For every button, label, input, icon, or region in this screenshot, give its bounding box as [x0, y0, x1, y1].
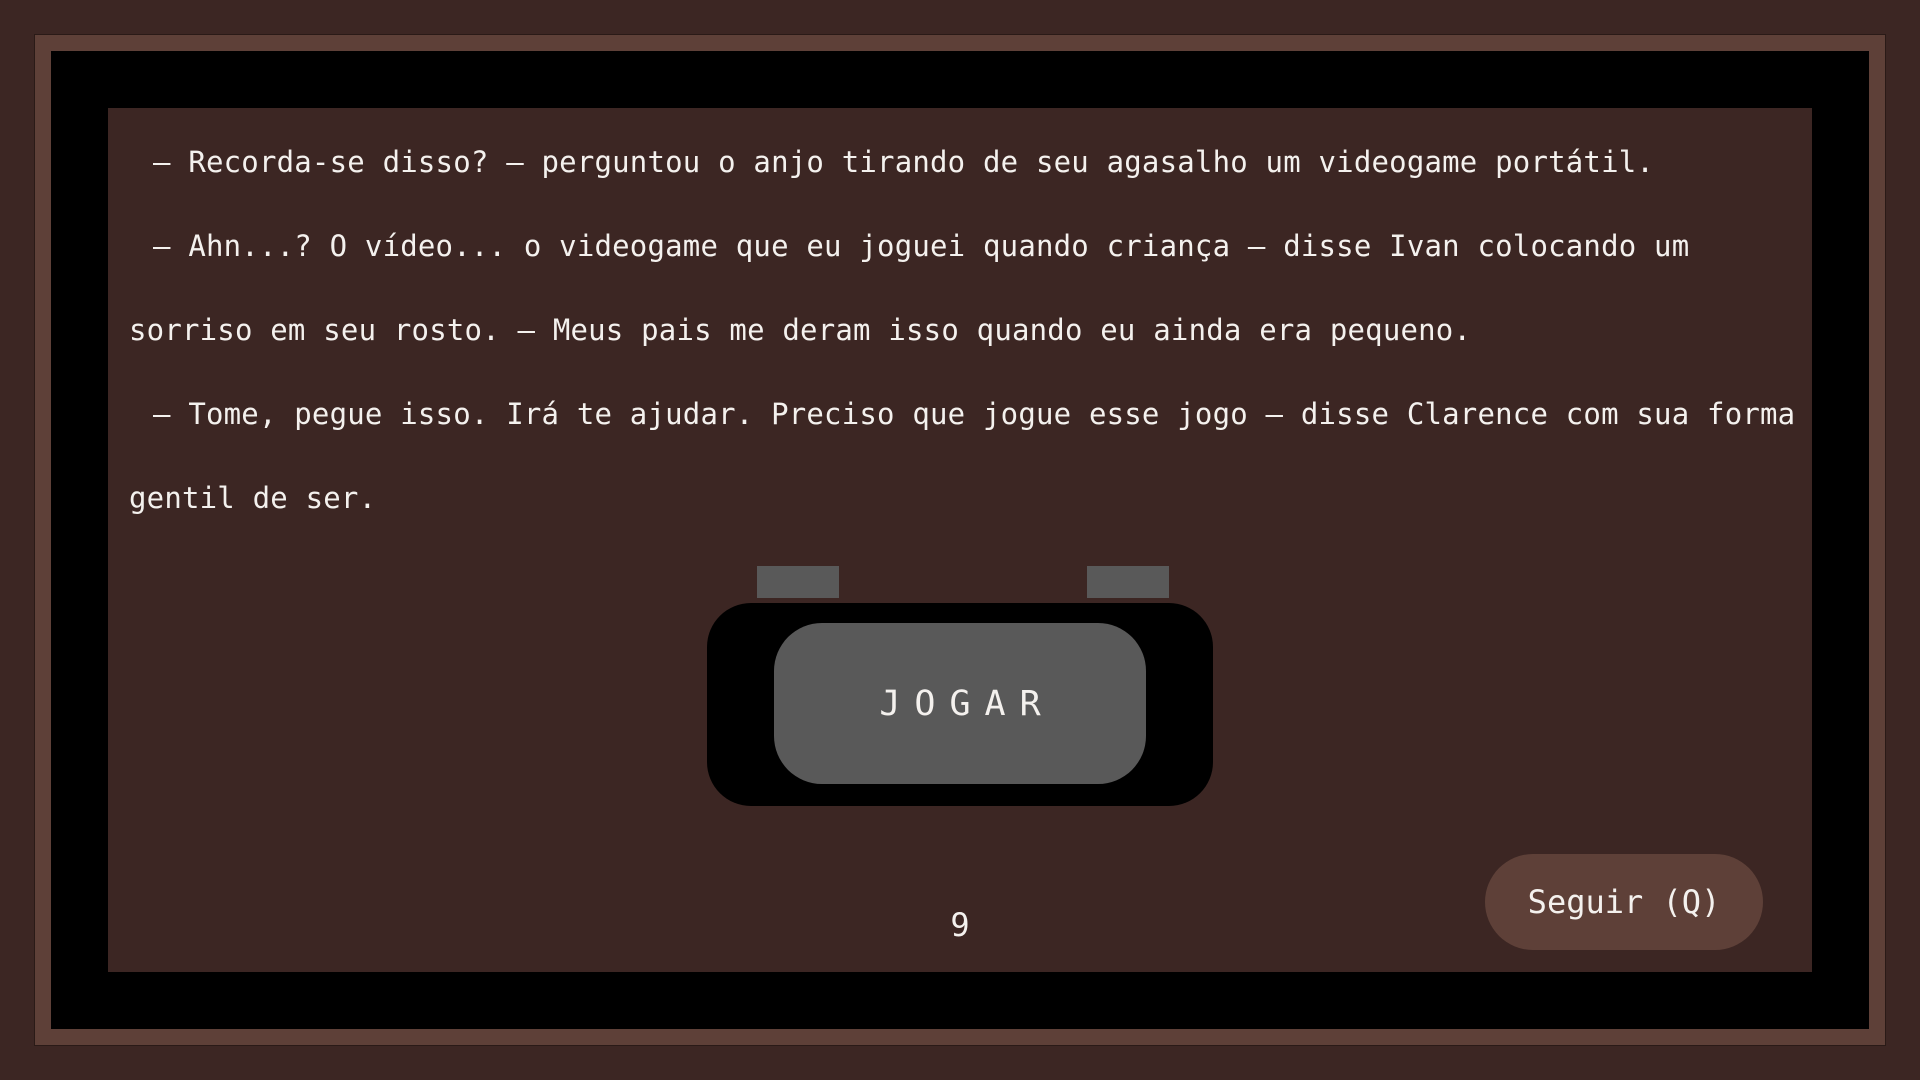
story-paragraph: – Recorda-se disso? – perguntou o anjo t… — [153, 145, 1655, 179]
left-shoulder-button — [757, 566, 839, 598]
console-body: JOGAR — [707, 603, 1213, 806]
story-text: – Recorda-se disso? – perguntou o anjo t… — [129, 120, 1799, 540]
next-button[interactable]: Seguir (Q) — [1485, 854, 1763, 950]
story-panel: – Recorda-se disso? – perguntou o anjo t… — [108, 108, 1812, 972]
story-paragraph: – Tome, pegue isso. Irá te ajudar. Preci… — [129, 397, 1796, 515]
screen-bezel: – Recorda-se disso? – perguntou o anjo t… — [51, 51, 1869, 1029]
handheld-console: JOGAR — [707, 566, 1213, 806]
right-shoulder-button — [1087, 566, 1169, 598]
story-paragraph: – Ahn...? O vídeo... o videogame que eu … — [129, 229, 1690, 347]
play-button[interactable]: JOGAR — [774, 623, 1146, 784]
outer-frame: – Recorda-se disso? – perguntou o anjo t… — [34, 34, 1886, 1046]
